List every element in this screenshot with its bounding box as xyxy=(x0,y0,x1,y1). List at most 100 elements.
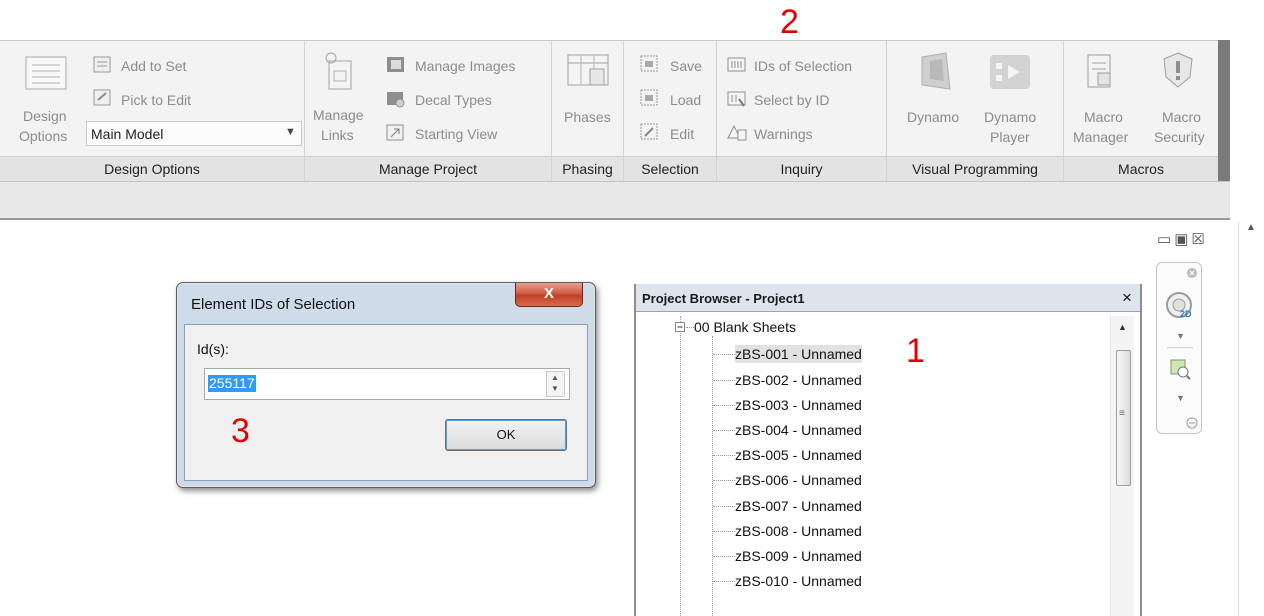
phases-icon[interactable] xyxy=(566,53,610,93)
load-selection-button[interactable]: Load xyxy=(670,92,701,108)
dialog-body xyxy=(184,324,588,481)
tree-guide xyxy=(713,380,735,381)
tree-guide xyxy=(686,327,694,328)
add-to-set-button[interactable]: Add to Set xyxy=(121,58,186,74)
panel-manage-project: Manage Links Manage Images Decal Types S… xyxy=(305,41,552,182)
tree-item-sheet[interactable]: zBS-009 - Unnamed xyxy=(735,547,862,565)
dynamo-player-label-2[interactable]: Player xyxy=(990,129,1030,145)
project-browser-scrollbar[interactable]: ▲ ≡ xyxy=(1110,316,1134,616)
ids-input[interactable] xyxy=(204,368,570,400)
ribbon-edge xyxy=(1218,40,1230,181)
macro-security-label-2[interactable]: Security xyxy=(1154,129,1205,145)
spin-down-icon[interactable]: ▼ xyxy=(551,384,559,393)
tree-item-sheet[interactable]: zBS-006 - Unnamed xyxy=(735,471,862,489)
scroll-up-icon[interactable]: ▲ xyxy=(1118,322,1127,332)
tree-guide xyxy=(713,405,735,406)
decal-types-button[interactable]: Decal Types xyxy=(415,92,492,108)
tree-item-sheet[interactable]: zBS-002 - Unnamed xyxy=(735,371,862,389)
tree-guide xyxy=(713,455,735,456)
tree-item-sheet[interactable]: zBS-003 - Unnamed xyxy=(735,396,862,414)
macro-manager-icon[interactable] xyxy=(1080,51,1120,95)
tree-item-sheet[interactable]: zBS-007 - Unnamed xyxy=(735,497,862,515)
design-options-label-2[interactable]: Options xyxy=(19,128,67,144)
macro-security-icon[interactable] xyxy=(1158,49,1198,95)
edit-selection-button[interactable]: Edit xyxy=(670,126,694,142)
dynamo-icon[interactable] xyxy=(916,51,956,95)
restore-icon[interactable]: ▣ xyxy=(1174,231,1191,248)
tree-item-blank-sheets[interactable]: 00 Blank Sheets xyxy=(694,318,796,336)
manage-images-icon xyxy=(387,57,404,72)
phases-button[interactable]: Phases xyxy=(564,109,611,125)
chevron-down-icon: ▼ xyxy=(285,126,296,138)
2d-wheel-icon[interactable]: 2D xyxy=(1165,291,1195,321)
macro-manager-label-1[interactable]: Macro xyxy=(1084,109,1123,125)
nav-close-icon[interactable] xyxy=(1186,267,1198,279)
ribbon: Design Options Add to Set Pick to Edit M… xyxy=(0,40,1218,182)
manage-links-label-1[interactable]: Manage xyxy=(313,107,364,123)
design-options-icon[interactable] xyxy=(22,51,70,93)
tree-item-sheet[interactable]: zBS-004 - Unnamed xyxy=(735,421,862,439)
scroll-up-icon[interactable]: ▲ xyxy=(1246,222,1256,233)
pick-to-edit-icon xyxy=(93,89,111,106)
tree-item-sheet[interactable]: zBS-008 - Unnamed xyxy=(735,522,862,540)
spin-up-icon[interactable]: ▲ xyxy=(551,373,559,382)
tree-item-sheet[interactable]: zBS-001 - Unnamed xyxy=(735,345,862,363)
dialog-close-button[interactable]: X xyxy=(515,283,583,307)
panel-title-manage-project: Manage Project xyxy=(305,156,551,182)
save-selection-button[interactable]: Save xyxy=(670,58,702,74)
macro-security-label-1[interactable]: Macro xyxy=(1162,109,1201,125)
tree-guide xyxy=(713,531,735,532)
select-by-id-button[interactable]: Select by ID xyxy=(754,92,829,108)
macro-manager-label-2[interactable]: Manager xyxy=(1073,129,1128,145)
zoom-sheet-icon[interactable] xyxy=(1168,357,1192,381)
ids-spinner[interactable]: ▲ ▼ xyxy=(546,371,565,397)
tree-guide xyxy=(680,316,681,616)
warnings-button[interactable]: Warnings xyxy=(754,126,813,142)
panel-selection: Save Load Edit Selection xyxy=(624,41,717,182)
collapse-icon[interactable] xyxy=(675,322,686,333)
grip-icon: ≡ xyxy=(1119,408,1125,419)
tree-guide xyxy=(713,354,735,355)
tree-guide xyxy=(713,506,735,507)
panel-inquiry: IDs of Selection Select by ID Warnings I… xyxy=(717,41,887,182)
nav-collapse-icon[interactable] xyxy=(1186,417,1198,429)
ids-of-selection-button[interactable]: IDs of Selection xyxy=(754,58,852,74)
manage-images-button[interactable]: Manage Images xyxy=(415,58,515,74)
decal-types-icon xyxy=(387,92,405,108)
warnings-icon xyxy=(727,124,747,141)
panel-phasing: Phases Phasing xyxy=(552,41,624,182)
view-scrollbar[interactable]: ▲ xyxy=(1238,222,1264,616)
panel-title-design-options: Design Options xyxy=(0,156,304,182)
tree-guide xyxy=(713,581,735,582)
tree-item-sheet[interactable]: zBS-010 - Unnamed xyxy=(735,572,862,590)
manage-links-label-2[interactable]: Links xyxy=(321,127,354,143)
dynamo-player-icon[interactable] xyxy=(986,51,1034,95)
design-option-dropdown[interactable]: Main Model ▼ xyxy=(86,121,302,146)
design-options-label-1[interactable]: Design xyxy=(23,108,67,124)
panel-title-selection: Selection xyxy=(624,156,716,182)
starting-view-button[interactable]: Starting View xyxy=(415,126,497,142)
tree-item-sheet[interactable]: zBS-005 - Unnamed xyxy=(735,446,862,464)
panel-title-inquiry: Inquiry xyxy=(717,156,886,182)
minimize-icon[interactable]: ▭ xyxy=(1157,231,1174,248)
manage-links-icon[interactable] xyxy=(319,49,355,95)
tree-guide xyxy=(712,336,713,616)
dynamo-button[interactable]: Dynamo xyxy=(907,109,959,125)
chevron-down-icon[interactable]: ▼ xyxy=(1176,331,1185,341)
save-selection-icon xyxy=(640,55,658,72)
dynamo-player-label-1[interactable]: Dynamo xyxy=(984,109,1036,125)
pick-to-edit-button[interactable]: Pick to Edit xyxy=(121,92,191,108)
edit-selection-icon xyxy=(640,123,658,140)
close-icon[interactable]: ☒ xyxy=(1191,231,1207,248)
project-browser-title: Project Browser - Project1 xyxy=(642,291,805,306)
ids-label: Id(s): xyxy=(197,341,229,357)
add-to-set-icon xyxy=(93,56,111,73)
project-browser-close-button[interactable]: × xyxy=(1122,288,1132,308)
scrollbar-thumb[interactable]: ≡ xyxy=(1116,350,1131,486)
window-controls: ▭▣☒ xyxy=(1157,230,1208,248)
chevron-down-icon[interactable]: ▼ xyxy=(1176,393,1185,403)
ok-button[interactable]: OK xyxy=(445,419,567,451)
starting-view-icon xyxy=(386,124,404,141)
ids-input-value[interactable]: 255117 xyxy=(208,375,256,392)
panel-visual-programming: Dynamo Dynamo Player Visual Programming xyxy=(887,41,1064,182)
